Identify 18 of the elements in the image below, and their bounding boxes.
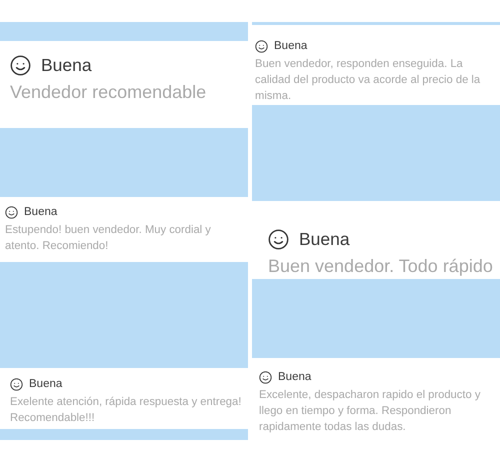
smiley-icon — [255, 40, 268, 54]
smiley-icon — [10, 55, 31, 76]
smiley-icon — [10, 378, 23, 392]
rating-label: Buena — [278, 371, 312, 385]
smiley-icon — [5, 206, 18, 220]
smiley-icon — [268, 229, 289, 250]
review-comment: Vendedor recomendable — [10, 81, 208, 104]
review-comment: Excelente, despacharon rapido el producto y llego en tiempo y forma. Respondieron rapidamente todas las dudas. — [259, 388, 482, 435]
smiley-icon — [259, 371, 272, 384]
review-comment: Buen vendedor. Todo rápido — [268, 255, 494, 278]
review-comment: Estupendo! buen vendedor. Muy cordial y atento. Recomiendo! — [5, 222, 212, 254]
rating-label: Buena — [274, 40, 308, 54]
rating-label: Buena — [29, 378, 62, 392]
review-comment: Buen vendedor, responden enseguida. La calidad del producto va acorde al precio de la misma. — [255, 56, 482, 104]
rating-label: Buena — [299, 229, 350, 250]
rating-label: Buena — [41, 55, 92, 76]
rating-label: Buena — [24, 206, 58, 220]
review-comment: Exelente atención, rápida respuesta y entrega! Recomendable!!! — [10, 394, 242, 426]
